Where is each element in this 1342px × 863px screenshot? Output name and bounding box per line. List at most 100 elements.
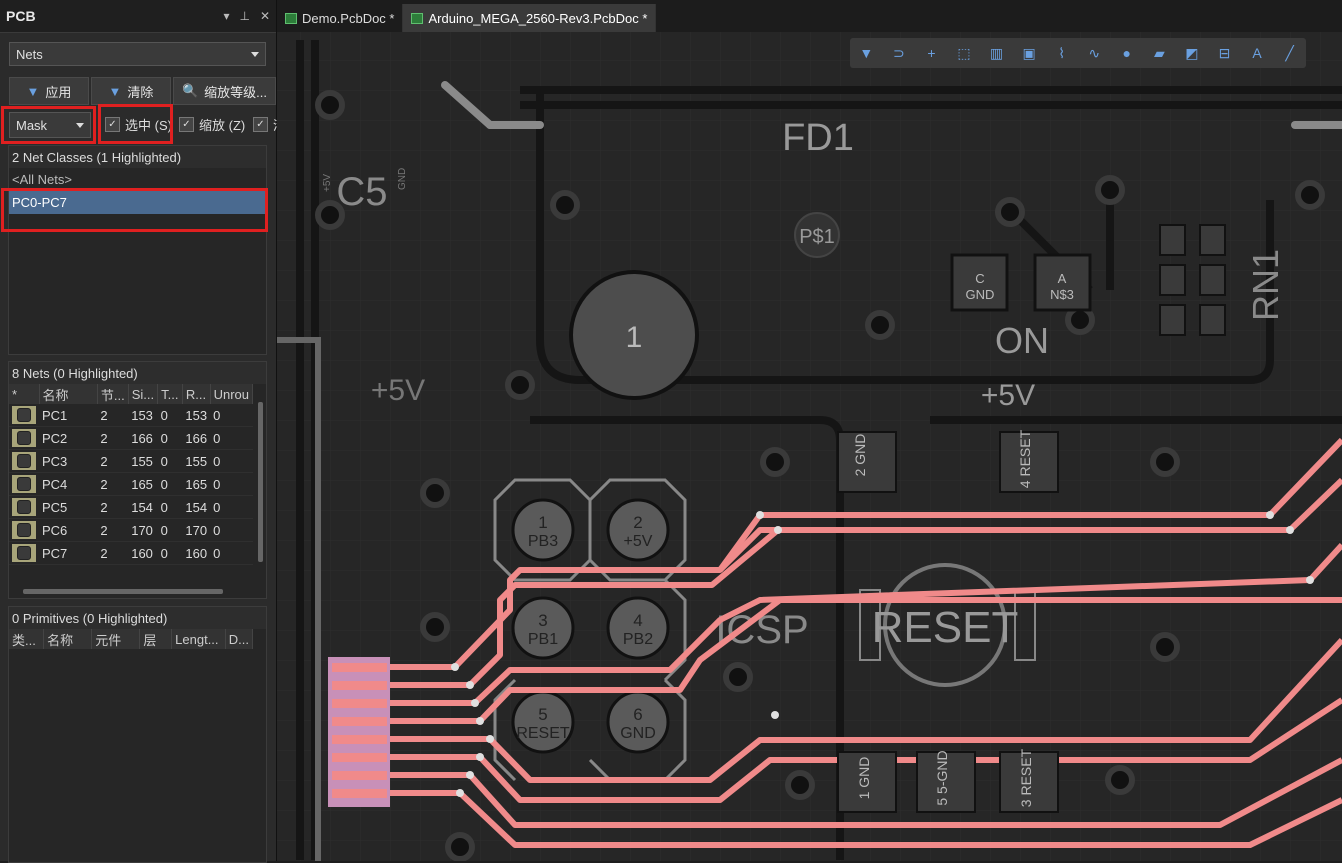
panel-title-bar: PCB ▾ ⊥ ✕ [0,0,276,33]
primitives-section: 0 Primitives (0 Highlighted) 类... 名称 元件 … [8,606,267,863]
horizontal-scrollbar[interactable] [23,589,223,594]
net-unrouted: 0 [210,426,253,450]
table-row[interactable]: PC7 2 160 0 160 0 [9,541,253,565]
clear-filter-icon: ▼ [108,83,122,99]
align-icon[interactable]: ▥ [988,44,1006,62]
net-color-swatch[interactable] [12,475,36,493]
table-row[interactable]: PC4 2 165 0 165 0 [9,472,253,496]
net-name: PC3 [39,449,98,473]
swatch [9,518,39,542]
col-header[interactable]: Lengt... [171,629,226,649]
chevron-down-icon [251,51,259,57]
col-header[interactable]: * [9,384,40,404]
via-icon[interactable]: ● [1118,44,1136,62]
col-header[interactable]: 元件 [91,629,141,649]
filter-icon[interactable]: ▼ [857,44,875,62]
fill-icon[interactable]: ▰ [1150,44,1168,62]
close-icon[interactable]: ✕ [260,9,270,23]
nets-header: 8 Nets (0 Highlighted) [12,365,138,381]
table-row[interactable]: PC3 2 155 0 155 0 [9,449,253,473]
bottom-pad-label: 5 5-GND [934,750,950,805]
col-header[interactable]: 类... [9,629,45,649]
icsp-pad-name: RESET [516,725,570,742]
net-nodes: 2 [97,495,129,519]
tab-label: Demo.PcbDoc * [302,10,395,26]
on-label: ON [995,320,1049,361]
col-header[interactable]: 名称 [43,629,93,649]
c5-5v-label: +5V [322,174,333,192]
text-icon[interactable]: A [1248,44,1266,62]
pcb-panel: PCB ▾ ⊥ ✕ Nets ▼ 应用 ▼ 清除 🔍 缩放等级... Mask … [0,0,286,863]
pin-icon[interactable]: ⊥ [239,9,249,23]
dimension-icon[interactable]: ⊟ [1215,44,1233,62]
net-nodes: 2 [97,426,129,450]
add-icon[interactable]: + [922,44,940,62]
net-routed: 153 [182,404,211,427]
led-c-label: C [975,271,984,286]
col-header[interactable]: T... [157,384,183,404]
net-signal-length: 154 [128,495,158,519]
net-class-item[interactable]: <All Nets> [9,168,266,191]
filter-icon: ▼ [26,83,40,99]
net-t: 0 [157,495,183,519]
net-color-swatch[interactable] [12,406,36,424]
table-row[interactable]: PC1 2 153 0 153 0 [9,404,253,427]
net-class-item-selected[interactable]: PC0-PC7 [9,191,266,214]
vertical-scrollbar[interactable] [258,402,263,562]
c5-gnd-label: GND [397,168,408,190]
col-header[interactable]: R... [182,384,211,404]
net-t: 0 [157,541,183,565]
net-name: PC7 [39,541,98,565]
col-header[interactable]: Si... [128,384,159,404]
zoom-checkbox[interactable]: ✓ 缩放 (Z) [179,115,245,134]
col-header[interactable]: 层 [139,629,173,649]
net-signal-length: 166 [128,426,158,450]
diff-pair-icon[interactable]: ∿ [1085,44,1103,62]
apply-button[interactable]: ▼ 应用 [9,77,89,105]
pcb-drawing[interactable]: 1 P$1 FD1 C5 GND +5V ON RN1 +5V +5V C GN… [277,32,1342,861]
interactive-route-icon[interactable]: ⌇ [1053,44,1071,62]
net-name: PC5 [39,495,98,519]
net-name: PC4 [39,472,98,496]
select-checkbox-label: 选中 (S) [125,118,172,133]
icsp-pad-number: 1 [538,513,547,532]
table-row[interactable]: PC6 2 170 0 170 0 [9,518,253,542]
col-header[interactable]: Unrou [210,384,254,404]
net-color-swatch[interactable] [12,429,36,447]
pcb-canvas[interactable]: 1 P$1 FD1 C5 GND +5V ON RN1 +5V +5V C GN… [277,32,1342,861]
tab-arduino[interactable]: Arduino_MEGA_2560-Rev3.PcbDoc * [403,4,657,32]
check-icon: ✓ [105,117,120,132]
net-class-label: <All Nets> [12,172,72,187]
col-header[interactable]: 节... [97,384,129,404]
bottom-pad-label: 3 RESET [1018,748,1034,807]
clear-button[interactable]: ▼ 清除 [91,77,171,105]
swatch [9,472,39,496]
tab-demo[interactable]: Demo.PcbDoc * [277,4,404,32]
net-color-swatch[interactable] [12,452,36,470]
net-routed: 166 [182,426,211,450]
select-rect-icon[interactable]: ⬚ [955,44,973,62]
col-header[interactable]: 名称 [39,384,98,404]
primitives-table: 类... 名称 元件 层 Lengt... D... [9,629,254,649]
select-checkbox[interactable]: ✓ 选中 (S) [105,115,172,134]
zoom-level-button[interactable]: 🔍 缩放等级... [173,77,276,105]
line-icon[interactable]: ╱ [1281,44,1299,62]
pcb-doc-icon [411,12,424,24]
table-row[interactable]: PC5 2 154 0 154 0 [9,495,253,519]
rn1-label: RN1 [1245,249,1286,321]
mask-dropdown[interactable]: Mask [9,112,91,138]
net-nodes: 2 [97,472,129,496]
swatch [9,404,39,427]
component-icon[interactable]: ▣ [1020,44,1038,62]
net-color-swatch[interactable] [12,521,36,539]
swatch [9,495,39,519]
region-icon[interactable]: ◩ [1183,44,1201,62]
col-header[interactable]: D... [225,629,254,649]
panel-mode-dropdown[interactable]: Nets [9,42,266,66]
route-icon[interactable]: ⊃ [890,44,908,62]
table-row[interactable]: PC2 2 166 0 166 0 [9,426,253,450]
net-color-swatch[interactable] [12,498,36,516]
net-color-swatch[interactable] [12,544,36,562]
clear-label: 清除 [127,84,154,100]
panel-menu-icon[interactable]: ▾ [223,9,229,23]
